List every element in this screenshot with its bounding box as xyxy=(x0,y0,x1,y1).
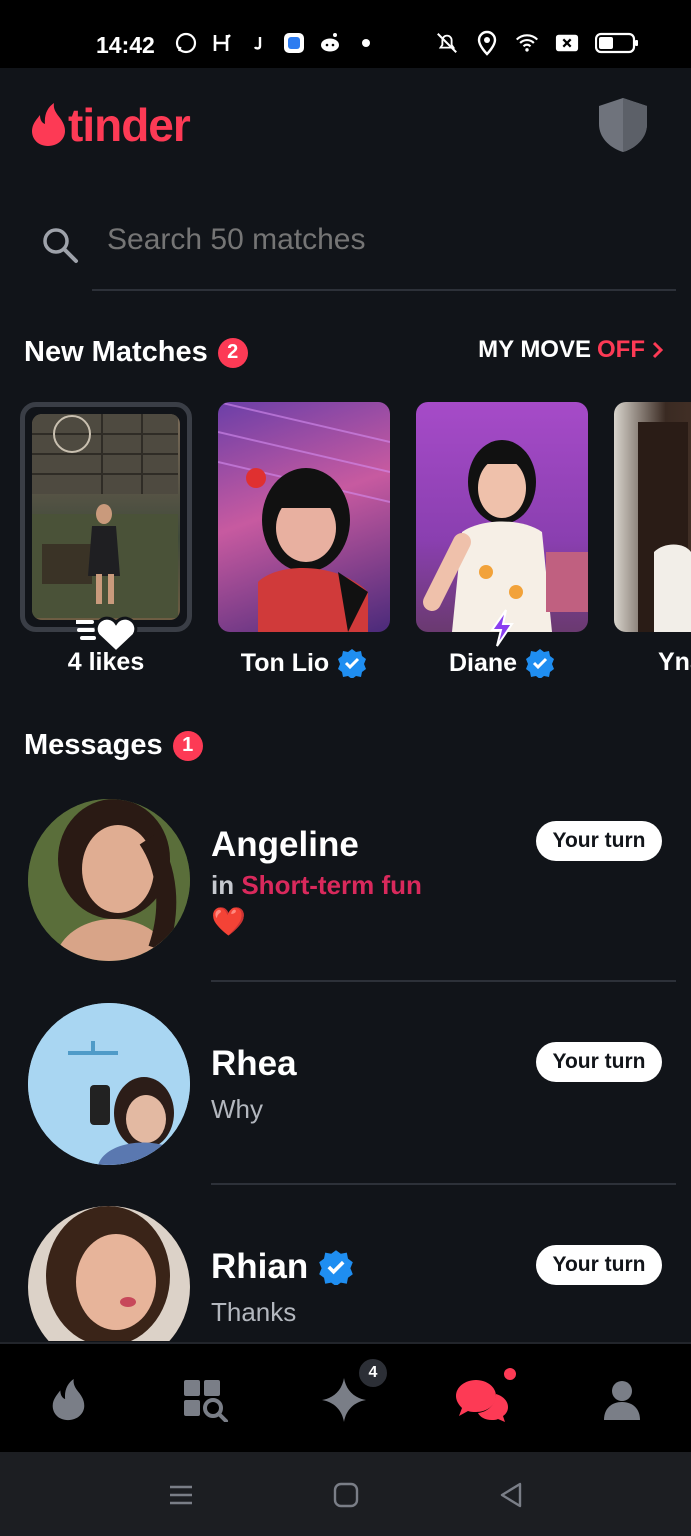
mute-icon xyxy=(435,30,459,56)
status-time: 14:42 xyxy=(96,32,155,58)
new-matches-title: New Matches xyxy=(24,336,208,368)
message-context: in Short-term fun xyxy=(211,870,422,900)
bottom-tab-bar: 4 xyxy=(0,1342,691,1452)
dot-icon xyxy=(354,30,378,56)
shield-icon[interactable] xyxy=(595,96,651,154)
new-matches-header: New Matches 2 xyxy=(24,336,248,369)
messages-count-badge: 1 xyxy=(172,730,203,761)
search-bar[interactable] xyxy=(40,215,676,291)
my-move-label: MY MOVE xyxy=(478,336,591,363)
avatar-illustration xyxy=(28,799,190,961)
notification-icons xyxy=(174,30,378,56)
your-turn-button[interactable]: Your turn xyxy=(536,1042,662,1082)
likes-card[interactable]: 4 likes xyxy=(20,402,192,676)
match-photo-illustration xyxy=(638,422,691,632)
divider xyxy=(211,1183,676,1185)
message-name: Angeline xyxy=(211,825,359,864)
gold-tab[interactable]: 4 xyxy=(314,1356,390,1428)
your-turn-button[interactable]: Your turn xyxy=(536,1245,662,1285)
profile-tab[interactable] xyxy=(592,1372,652,1428)
chat-tab[interactable] xyxy=(452,1366,518,1428)
match-card-yna[interactable]: Yna xyxy=(614,402,691,692)
j-app-icon xyxy=(246,30,270,56)
messages-title: Messages xyxy=(24,729,163,761)
message-preview: Why xyxy=(211,1094,263,1124)
search-underline xyxy=(92,289,676,291)
reddit-icon xyxy=(318,30,342,56)
avatar xyxy=(28,1003,190,1165)
sim-x-icon xyxy=(555,30,579,56)
tinder-logo[interactable]: tinder xyxy=(30,98,191,152)
whatsapp-icon xyxy=(174,30,198,56)
app-header: tinder xyxy=(0,68,691,188)
recents-menu-icon[interactable] xyxy=(166,1480,196,1510)
match-card-diane[interactable]: Diane xyxy=(416,402,588,678)
my-move-toggle[interactable]: MY MOVE OFF xyxy=(478,336,665,364)
messages-header: Messages 1 xyxy=(24,729,203,762)
battery-icon xyxy=(595,30,639,56)
avatar xyxy=(28,1206,190,1341)
match-name: Yna xyxy=(658,648,691,676)
logo-text: tinder xyxy=(68,99,191,151)
system-nav-bar xyxy=(0,1452,691,1536)
explore-tab[interactable] xyxy=(176,1372,236,1428)
avatar-illustration xyxy=(28,1206,190,1341)
flame-icon xyxy=(52,1378,85,1421)
location-icon xyxy=(475,30,499,56)
match-name: 4 likes xyxy=(67,648,145,676)
match-name: Ton Lio xyxy=(218,648,390,678)
gold-count-badge: 4 xyxy=(356,1356,390,1390)
lightning-icon xyxy=(490,609,514,647)
chat-unread-dot xyxy=(502,1366,518,1382)
search-input[interactable] xyxy=(107,223,647,257)
h-app-icon xyxy=(210,30,234,56)
my-move-state: OFF xyxy=(597,336,645,363)
status-bar: 14:42 xyxy=(0,0,691,68)
verified-badge-icon xyxy=(319,1250,354,1285)
message-preview: Thanks xyxy=(211,1297,297,1327)
message-name: Rhian xyxy=(211,1247,354,1287)
message-name: Rhea xyxy=(211,1044,297,1083)
profile-icon xyxy=(604,1381,640,1420)
home-icon[interactable] xyxy=(331,1480,361,1510)
match-photo xyxy=(416,402,588,632)
message-preview: ❤️ xyxy=(211,906,246,937)
message-row-angeline[interactable]: Angeline in Short-term fun ❤️ Your turn xyxy=(0,795,691,995)
flame-tab[interactable] xyxy=(38,1372,98,1428)
new-matches-count-badge: 2 xyxy=(217,337,248,368)
explore-grid-icon xyxy=(184,1380,228,1422)
avatar xyxy=(28,799,190,961)
app-square-icon xyxy=(282,30,306,56)
your-turn-button[interactable]: Your turn xyxy=(536,821,662,861)
match-photo xyxy=(614,402,691,632)
match-name: Diane xyxy=(416,648,588,678)
verified-badge-icon xyxy=(338,649,367,678)
match-photo-illustration xyxy=(218,402,390,632)
match-card-ton-lio[interactable]: Ton Lio xyxy=(218,402,390,678)
chevron-right-icon xyxy=(652,341,664,359)
flame-logo-icon xyxy=(32,103,65,146)
search-icon xyxy=(43,228,78,263)
likes-photo-illustration xyxy=(32,414,178,618)
wifi-icon xyxy=(515,30,539,56)
system-icons xyxy=(435,30,639,56)
message-row-rhea[interactable]: Rhea Why Your turn xyxy=(0,1000,691,1200)
match-photo-illustration xyxy=(423,440,588,632)
verified-badge-icon xyxy=(526,649,555,678)
match-photo xyxy=(218,402,390,632)
back-icon[interactable] xyxy=(496,1480,526,1510)
message-row-rhian[interactable]: Rhian Thanks Your turn xyxy=(0,1203,691,1341)
likes-frame xyxy=(20,402,192,632)
chat-bubbles-icon xyxy=(456,1380,508,1422)
avatar-illustration xyxy=(28,1003,190,1165)
divider xyxy=(211,980,676,982)
likes-photo xyxy=(32,414,180,620)
